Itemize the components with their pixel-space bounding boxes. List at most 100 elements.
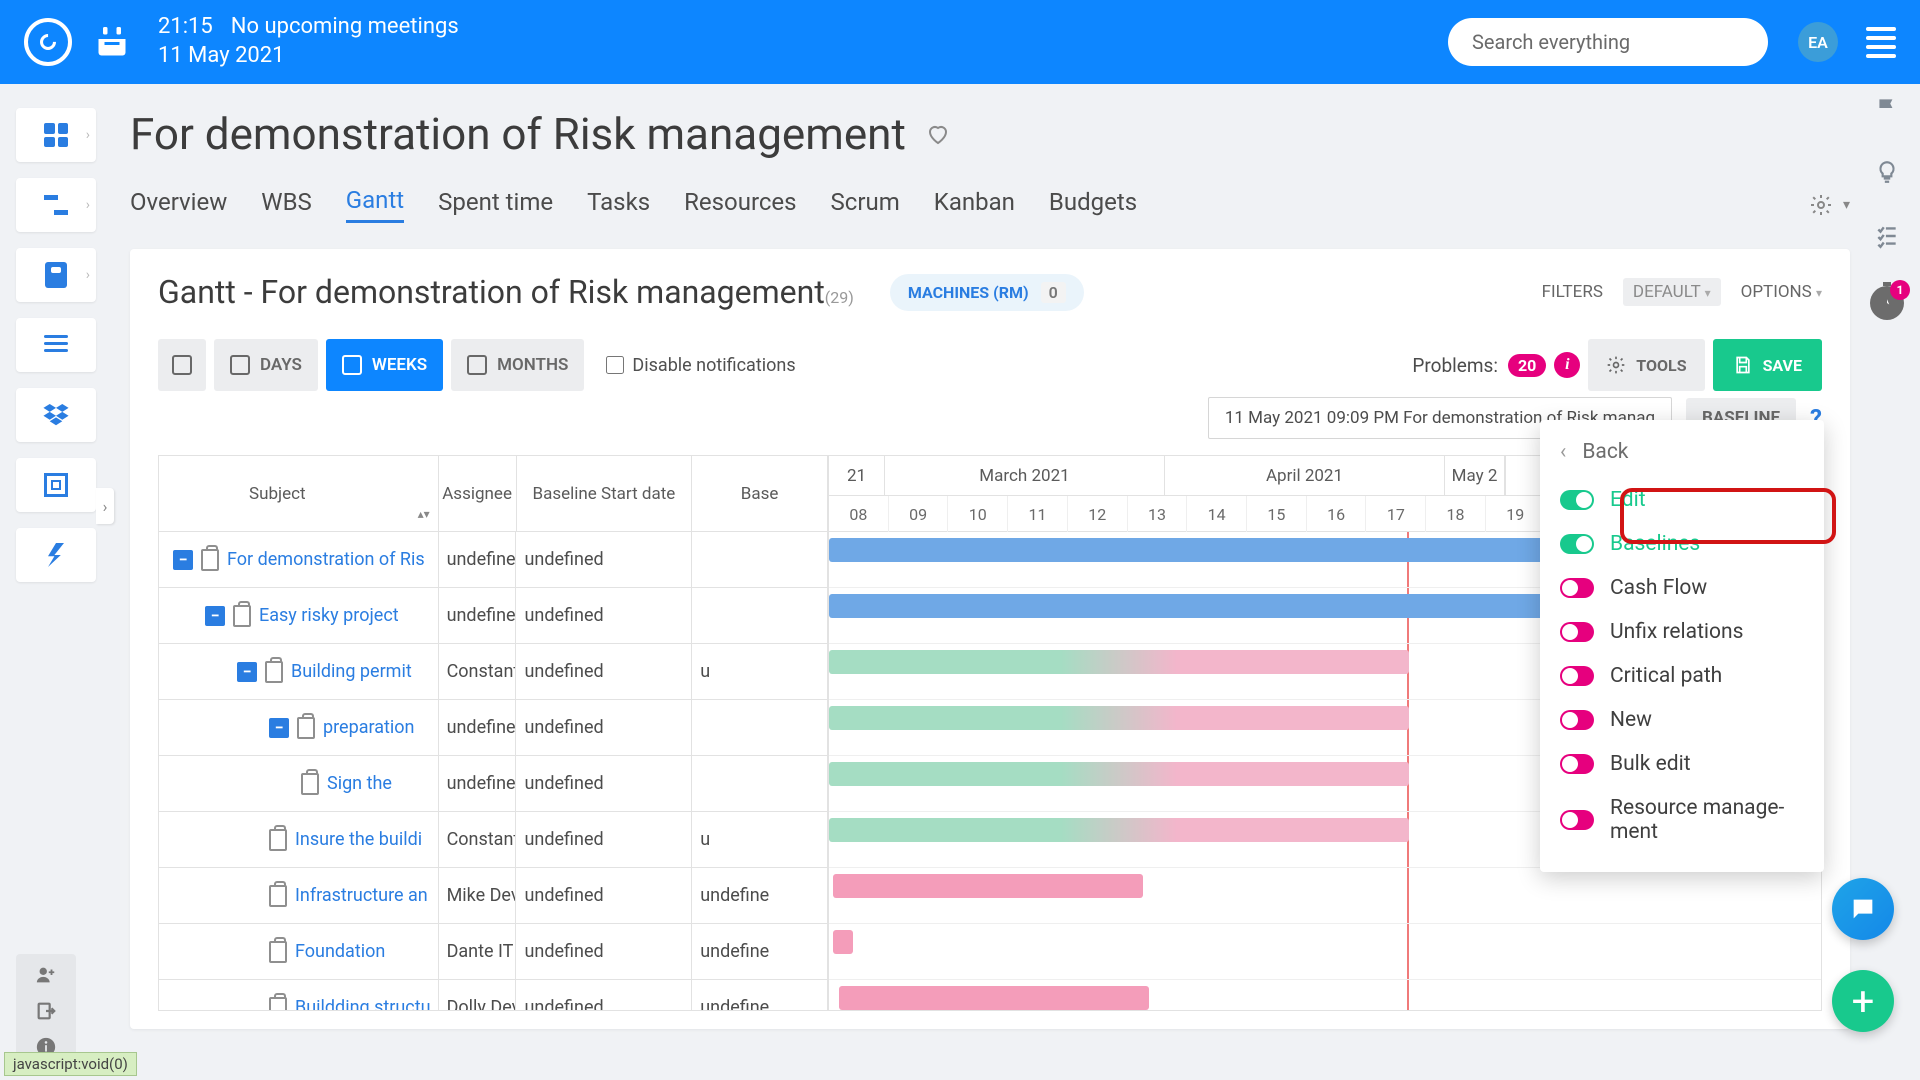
- save-button[interactable]: SAVE: [1713, 339, 1822, 391]
- zoom-days-button[interactable]: DAYS: [214, 339, 318, 391]
- toggle-icon[interactable]: [1560, 754, 1594, 774]
- tools-item-cash-flow[interactable]: Cash Flow: [1540, 566, 1824, 610]
- filters-value[interactable]: DEFAULT ▾: [1623, 278, 1721, 306]
- hamburger-menu-icon[interactable]: [1866, 27, 1896, 58]
- gantt-bar[interactable]: [829, 818, 1409, 842]
- col-assignee[interactable]: Assignee: [439, 456, 517, 531]
- machines-pill[interactable]: MACHINES (RM) 0: [890, 274, 1084, 311]
- nav-dashboard[interactable]: [16, 108, 96, 162]
- gantt-bar[interactable]: [829, 706, 1409, 730]
- tabs-settings[interactable]: ▾: [1809, 193, 1850, 217]
- dropbox-icon: [43, 404, 69, 426]
- task-link[interactable]: Easy risky project: [259, 605, 399, 626]
- tools-item-unfix-relations[interactable]: Unfix relations: [1540, 610, 1824, 654]
- info-button[interactable]: i: [1554, 352, 1580, 378]
- flag-icon[interactable]: [1873, 94, 1901, 122]
- logout-icon[interactable]: [35, 1000, 57, 1022]
- task-link[interactable]: Insure the buildi: [295, 829, 422, 850]
- tab-spent-time[interactable]: Spent time: [438, 188, 553, 222]
- table-row[interactable]: −Easy risky projectundefinedundefined: [159, 588, 828, 644]
- tools-item-edit[interactable]: Edit: [1540, 478, 1824, 522]
- tools-button[interactable]: TOOLS: [1588, 339, 1704, 391]
- table-row[interactable]: FoundationDante IT Expertundefinedundefi…: [159, 924, 828, 980]
- zoom-months-button[interactable]: MONTHS: [451, 339, 584, 391]
- toggle-icon[interactable]: [1560, 666, 1594, 686]
- col-baseline-end[interactable]: Base: [692, 456, 828, 531]
- tab-overview[interactable]: Overview: [130, 188, 227, 222]
- disable-notif-input[interactable]: [606, 356, 624, 374]
- collapse-icon[interactable]: −: [269, 718, 289, 738]
- tools-back[interactable]: ‹Back: [1540, 432, 1824, 478]
- col-baseline-start[interactable]: Baseline Start date: [517, 456, 693, 531]
- toggle-icon[interactable]: [1560, 490, 1594, 510]
- toggle-icon[interactable]: [1560, 578, 1594, 598]
- options-label[interactable]: OPTIONS ▾: [1741, 282, 1822, 302]
- table-row[interactable]: Infrastructure anMike Developerundefined…: [159, 868, 828, 924]
- tab-kanban[interactable]: Kanban: [934, 188, 1015, 222]
- bulb-icon[interactable]: [1873, 158, 1901, 186]
- tab-budgets[interactable]: Budgets: [1049, 188, 1137, 222]
- tools-item-baselines[interactable]: Baselines: [1540, 522, 1824, 566]
- gantt-bar[interactable]: [829, 762, 1409, 786]
- nav-list[interactable]: [16, 318, 96, 372]
- table-row[interactable]: −Building permitConstantine Consultantun…: [159, 644, 828, 700]
- add-user-icon[interactable]: [35, 964, 57, 986]
- calendar-icon[interactable]: [94, 24, 130, 60]
- timer-icon[interactable]: 1: [1870, 286, 1904, 320]
- table-row[interactable]: Sign theundefinedundefined: [159, 756, 828, 812]
- gear-icon: [1809, 193, 1833, 217]
- gantt-bar[interactable]: [833, 874, 1143, 898]
- table-row[interactable]: −For demonstration of Risundefinedundefi…: [159, 532, 828, 588]
- tools-item-bulk-edit[interactable]: Bulk edit: [1540, 742, 1824, 786]
- toggle-icon[interactable]: [1560, 710, 1594, 730]
- nav-expand-icon[interactable]: ›: [96, 488, 114, 524]
- gantt-bar[interactable]: [839, 986, 1149, 1010]
- table-row[interactable]: Insure the buildiConstantine Consultantu…: [159, 812, 828, 868]
- gantt-bar[interactable]: [833, 930, 853, 954]
- tab-tasks[interactable]: Tasks: [587, 188, 650, 222]
- header-meeting: No upcoming meetings: [231, 13, 459, 42]
- col-subject[interactable]: Subject▴▾: [159, 456, 439, 531]
- nav-templates[interactable]: [16, 458, 96, 512]
- task-link[interactable]: For demonstration of Ris: [227, 549, 425, 570]
- chat-fab[interactable]: [1832, 878, 1894, 940]
- task-link[interactable]: Buildding structu: [295, 997, 431, 1010]
- favorite-heart-icon[interactable]: [926, 123, 950, 145]
- cell-baseline-start: undefined: [516, 644, 692, 699]
- tools-item-critical-path[interactable]: Critical path: [1540, 654, 1824, 698]
- calendar-picker-button[interactable]: [158, 339, 206, 391]
- avatar[interactable]: EA: [1798, 22, 1838, 62]
- task-link[interactable]: preparation: [323, 717, 415, 738]
- table-row[interactable]: Buildding structuDolly Developerundefine…: [159, 980, 828, 1010]
- toggle-icon[interactable]: [1560, 534, 1594, 554]
- table-row[interactable]: −preparationundefinedundefined: [159, 700, 828, 756]
- checklist-icon[interactable]: [1873, 222, 1901, 250]
- nav-wbs[interactable]: [16, 178, 96, 232]
- task-link[interactable]: Building permit: [291, 661, 412, 682]
- disable-notifications-checkbox[interactable]: Disable notifications: [606, 355, 795, 376]
- nav-dropbox[interactable]: [16, 388, 96, 442]
- tab-scrum[interactable]: Scrum: [831, 188, 900, 222]
- nav-tasks[interactable]: [16, 248, 96, 302]
- gantt-bar[interactable]: [829, 650, 1409, 674]
- header-meta: 21:15 No upcoming meetings 11 May 2021: [158, 13, 459, 70]
- toggle-icon[interactable]: [1560, 622, 1594, 642]
- toggle-icon[interactable]: [1560, 810, 1594, 830]
- collapse-icon[interactable]: −: [173, 550, 193, 570]
- tools-item-resource-manage-ment[interactable]: Resource manage­ment: [1540, 786, 1824, 854]
- tools-item-new[interactable]: New: [1540, 698, 1824, 742]
- search-input[interactable]: Search everything: [1448, 18, 1768, 66]
- add-fab[interactable]: +: [1832, 970, 1894, 1032]
- task-link[interactable]: Foundation: [295, 941, 385, 962]
- app-logo[interactable]: [24, 18, 72, 66]
- tab-wbs[interactable]: WBS: [261, 188, 312, 222]
- collapse-icon[interactable]: −: [237, 662, 257, 682]
- tab-gantt[interactable]: Gantt: [346, 186, 404, 223]
- nav-quick[interactable]: [16, 528, 96, 582]
- collapse-icon[interactable]: −: [205, 606, 225, 626]
- problems-indicator[interactable]: Problems: 20: [1412, 354, 1546, 377]
- task-link[interactable]: Infrastructure an: [295, 885, 428, 906]
- task-link[interactable]: Sign the: [327, 773, 392, 794]
- zoom-weeks-button[interactable]: WEEKS: [326, 339, 443, 391]
- tab-resources[interactable]: Resources: [684, 188, 796, 222]
